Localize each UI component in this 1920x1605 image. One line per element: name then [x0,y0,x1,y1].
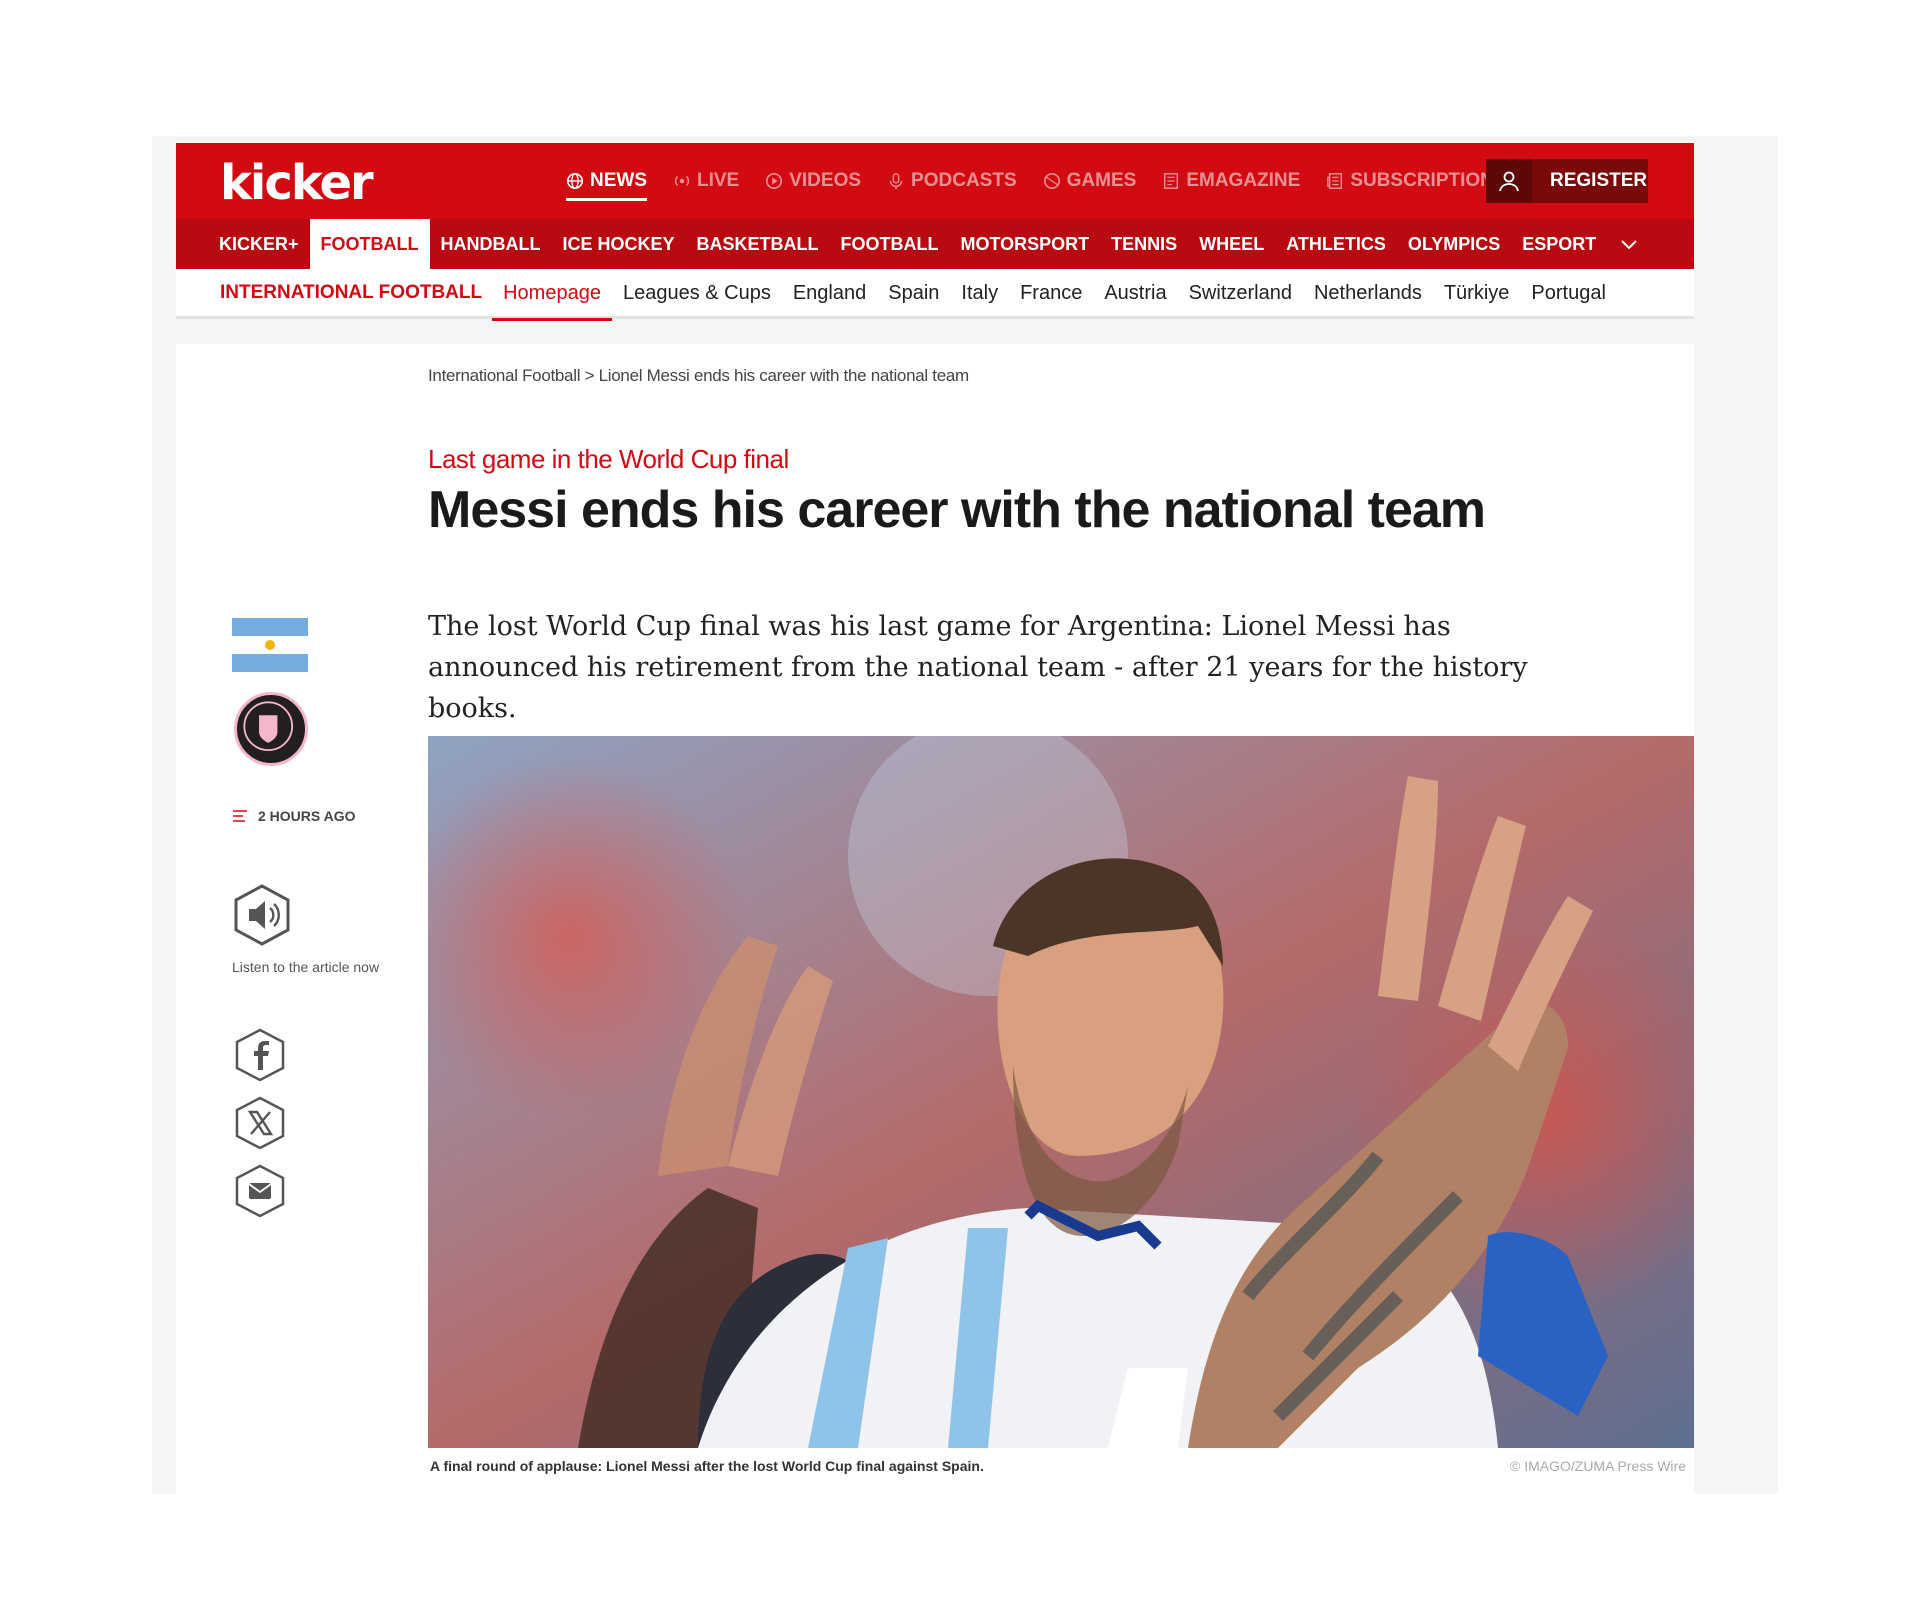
nav-podcasts-label: PODCASTS [911,170,1017,191]
time-ago: 2 HOURS AGO [232,808,356,824]
nav-games-label: GAMES [1066,170,1137,191]
nav-emagazine[interactable]: EMAGAZINE [1162,143,1300,219]
argentina-flag-icon[interactable] [232,618,308,672]
article-container: International Football > Lionel Messi en… [176,344,1694,1494]
sub-nav-italy[interactable]: Italy [950,268,1009,318]
sub-nav: INTERNATIONAL FOOTBALL Homepage Leagues … [176,268,1694,321]
main-nav: NEWS LIVE VIDEOS PODCASTS GAMES EMAGAZIN… [566,143,1494,219]
sport-tennis[interactable]: TENNIS [1100,219,1188,269]
sub-nav-austria[interactable]: Austria [1093,268,1177,318]
sub-nav-spain[interactable]: Spain [877,268,950,318]
time-ago-label: 2 HOURS AGO [258,808,356,824]
sport-kickerplus[interactable]: KICKER+ [208,219,310,269]
sub-nav-leagues-cups[interactable]: Leagues & Cups [612,268,782,318]
sport-american-football[interactable]: FOOTBALL [830,219,950,269]
sub-nav-portugal[interactable]: Portugal [1520,268,1617,318]
sub-nav-turkiye[interactable]: Türkiye [1433,268,1521,318]
globe-icon [566,172,584,190]
sport-olympics[interactable]: OLYMPICS [1397,219,1511,269]
sport-motorsport[interactable]: MOTORSPORT [950,219,1101,269]
register-button[interactable]: REGISTER [1486,159,1648,203]
sport-football[interactable]: FOOTBALL [309,219,430,269]
nav-podcasts[interactable]: PODCASTS [887,143,1017,219]
sport-athletics[interactable]: ATHLETICS [1275,219,1397,269]
microphone-icon [889,173,903,190]
sport-wheel[interactable]: WHEEL [1188,219,1275,269]
sport-ice-hockey[interactable]: ICE HOCKEY [551,219,685,269]
ball-icon [1043,172,1060,190]
sport-basketball[interactable]: BASKETBALL [686,219,830,269]
listen-label: Listen to the article now [232,959,380,975]
user-icon [1486,159,1532,203]
article-sidebar: 2 HOURS AGO Listen to the article now [232,618,432,1218]
sport-esport[interactable]: ESPORT [1511,219,1607,269]
nav-live-label: LIVE [697,170,740,191]
nav-videos-label: VIDEOS [789,170,862,191]
magazine-icon [1164,173,1179,189]
kicker-logo[interactable]: kicker [220,155,374,211]
chevron-down-icon[interactable] [1607,234,1651,254]
register-label: REGISTER [1550,170,1648,191]
list-icon [233,810,247,822]
breadcrumb[interactable]: International Football > Lionel Messi en… [428,366,969,386]
nav-live[interactable]: LIVE [673,143,739,219]
nav-subscription-label: SUBSCRIPTION [1350,170,1494,191]
sub-nav-title[interactable]: INTERNATIONAL FOOTBALL [220,282,482,304]
article-lead: The lost World Cup final was his last ga… [428,611,1528,724]
image-credit: © IMAGO/ZUMA Press Wire [1510,1458,1686,1474]
sub-nav-netherlands[interactable]: Netherlands [1303,268,1433,318]
sub-nav-homepage[interactable]: Homepage [492,268,612,321]
article-kicker: Last game in the World Cup final [428,444,789,474]
nav-videos[interactable]: VIDEOS [765,143,861,219]
inter-miami-crest-icon[interactable] [234,692,308,766]
site-header: kicker NEWS LIVE VIDEOS PODCASTS GAMES E… [176,143,1694,321]
live-icon [674,175,690,187]
sub-nav-switzerland[interactable]: Switzerland [1178,268,1303,318]
nav-news[interactable]: NEWS [566,143,647,219]
sport-handball[interactable]: HANDBALL [430,219,552,269]
sport-nav: KICKER+ FOOTBALL HANDBALL ICE HOCKEY BAS… [176,219,1694,269]
newspaper-icon [1327,173,1343,189]
nav-news-label: NEWS [590,170,647,191]
article-headline: Messi ends his career with the national … [428,481,1486,539]
nav-emagazine-label: EMAGAZINE [1186,170,1301,191]
listen-widget[interactable]: Listen to the article now [232,884,379,975]
x-twitter-icon[interactable] [234,1096,286,1150]
sub-nav-france[interactable]: France [1009,268,1093,318]
article-hero-image[interactable] [428,736,1694,1448]
image-caption: A final round of applause: Lionel Messi … [430,1458,984,1474]
nav-games[interactable]: GAMES [1043,143,1137,219]
top-bar: kicker NEWS LIVE VIDEOS PODCASTS GAMES E… [176,143,1694,219]
sub-nav-england[interactable]: England [782,268,877,318]
facebook-icon[interactable] [234,1028,286,1082]
email-icon[interactable] [234,1164,286,1218]
nav-subscription[interactable]: SUBSCRIPTION [1326,143,1494,219]
play-icon [766,172,783,190]
speaker-icon[interactable] [232,884,292,946]
